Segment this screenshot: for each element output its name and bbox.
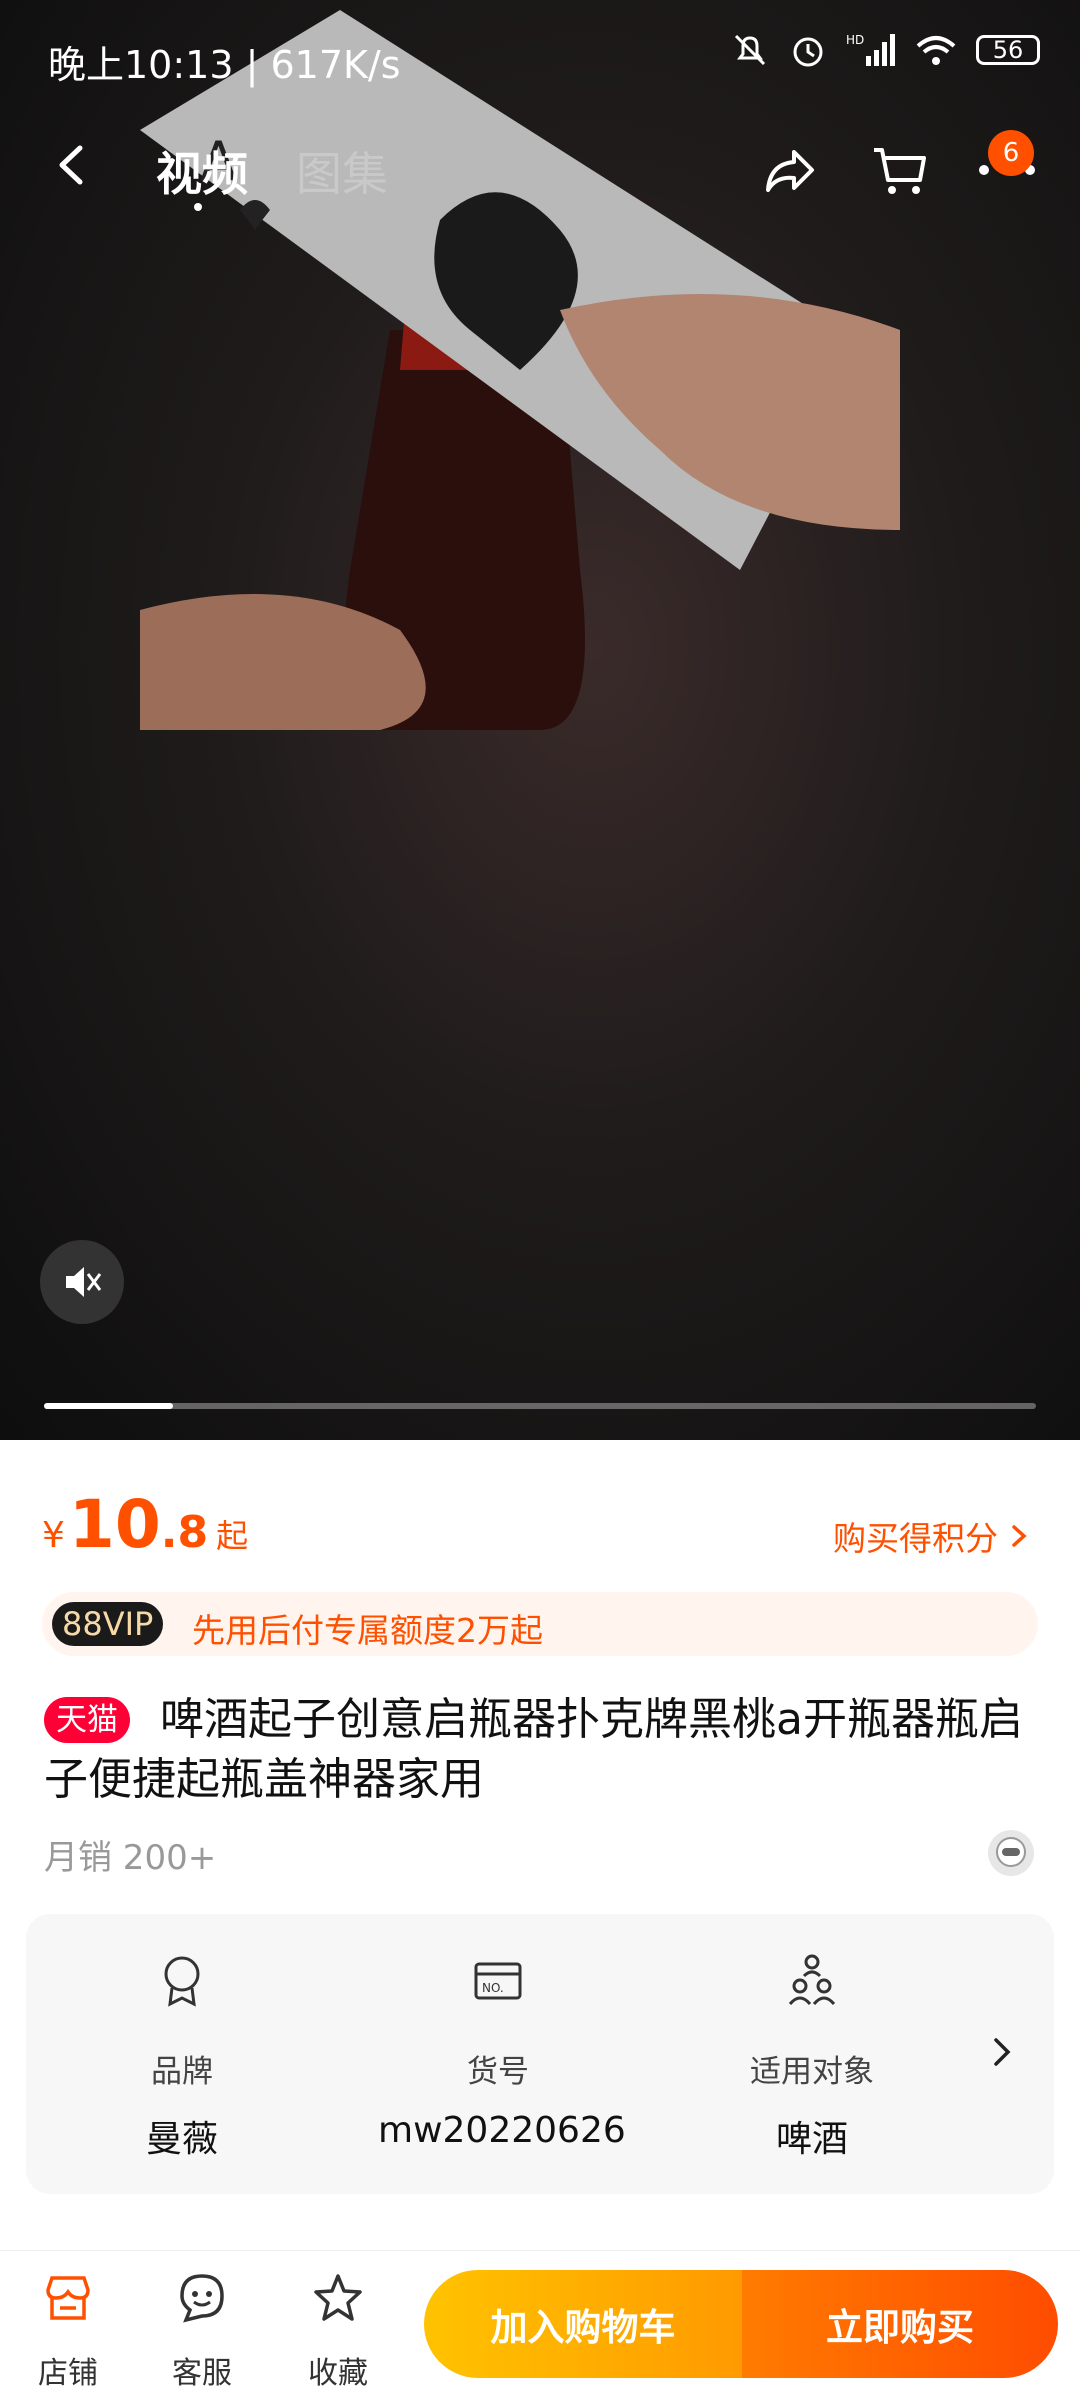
battery-level: 56 bbox=[992, 36, 1024, 64]
tab-gallery[interactable]: 图集 bbox=[296, 138, 388, 204]
robot-avatar-icon bbox=[996, 1837, 1026, 1867]
service-icon bbox=[180, 2274, 224, 2323]
buy-now-button[interactable]: 立即购买 bbox=[742, 2270, 1058, 2378]
medal-icon bbox=[164, 1956, 200, 2007]
product-title: 啤酒起子创意启瓶器扑克牌黑桃a开瓶器瓶启子便捷起瓶盖神器家用 bbox=[44, 1694, 1023, 1805]
price-symbol: ¥ bbox=[42, 1515, 65, 1556]
video-progress-track[interactable] bbox=[44, 1403, 1036, 1409]
nav-label: 收藏 bbox=[308, 2356, 368, 2391]
chevron-right-icon[interactable] bbox=[988, 2032, 1018, 2072]
store-icon bbox=[46, 2276, 90, 2320]
video-frame-art: A bbox=[140, 10, 900, 730]
param-value: mw20220626 bbox=[378, 2110, 626, 2151]
bell-off-icon bbox=[734, 34, 766, 66]
tmall-tag: 天猫 bbox=[44, 1697, 130, 1743]
people-icon bbox=[788, 1954, 836, 2006]
status-bar: 晚上10:13 | 617K/s HD 56 bbox=[0, 0, 1080, 104]
param-value: 曼薇 bbox=[145, 2119, 218, 2160]
nav-label: 店铺 bbox=[38, 2356, 98, 2391]
param-label: 货号 bbox=[467, 2054, 529, 2090]
cart-badge: 6 bbox=[988, 130, 1034, 176]
cart-icon[interactable] bbox=[868, 138, 932, 202]
param-label: 品牌 bbox=[151, 2054, 213, 2090]
nav-label: 客服 bbox=[172, 2356, 232, 2391]
back-icon[interactable] bbox=[48, 140, 98, 190]
star-icon bbox=[314, 2274, 362, 2321]
price: ¥ 10 .8 起 bbox=[42, 1486, 248, 1563]
add-to-cart-button[interactable]: 加入购物车 bbox=[424, 2270, 742, 2378]
points-link[interactable]: 购买得积分 bbox=[833, 1512, 1030, 1560]
alarm-icon bbox=[793, 37, 823, 67]
wifi-icon bbox=[916, 36, 956, 65]
svg-text:HD: HD bbox=[846, 33, 864, 47]
svg-text:NO.: NO. bbox=[482, 1981, 504, 1995]
box-icon: NO. bbox=[474, 1962, 522, 2000]
avatar[interactable] bbox=[988, 1830, 1034, 1876]
vip-tag: 88VIP bbox=[52, 1602, 164, 1646]
vip-text: 先用后付专属额度2万起 bbox=[192, 1611, 543, 1650]
tab-video[interactable]: 视频 bbox=[156, 138, 248, 204]
param-value: 啤酒 bbox=[775, 2119, 848, 2160]
price-suffix: 起 bbox=[216, 1517, 249, 1555]
price-integer: 10 bbox=[68, 1486, 161, 1563]
mute-button[interactable] bbox=[40, 1240, 124, 1324]
points-label: 购买得积分 bbox=[833, 1519, 998, 1558]
chevron-right-icon bbox=[1012, 1525, 1027, 1547]
status-icons: HD 56 bbox=[730, 30, 1040, 70]
battery-icon: 56 bbox=[976, 35, 1040, 65]
monthly-sales: 月销 200+ bbox=[44, 1838, 217, 1878]
product-video[interactable]: A bbox=[0, 0, 1080, 1440]
tab-active-indicator bbox=[194, 203, 202, 211]
share-icon[interactable] bbox=[760, 140, 820, 200]
price-decimal: .8 bbox=[160, 1507, 209, 1558]
param-label: 适用对象 bbox=[750, 2054, 874, 2090]
status-time: 晚上10:13 | 617K/s bbox=[48, 43, 401, 87]
mute-icon bbox=[66, 1267, 102, 1297]
video-progress-fill bbox=[44, 1403, 173, 1409]
signal-icon: HD bbox=[846, 33, 895, 66]
